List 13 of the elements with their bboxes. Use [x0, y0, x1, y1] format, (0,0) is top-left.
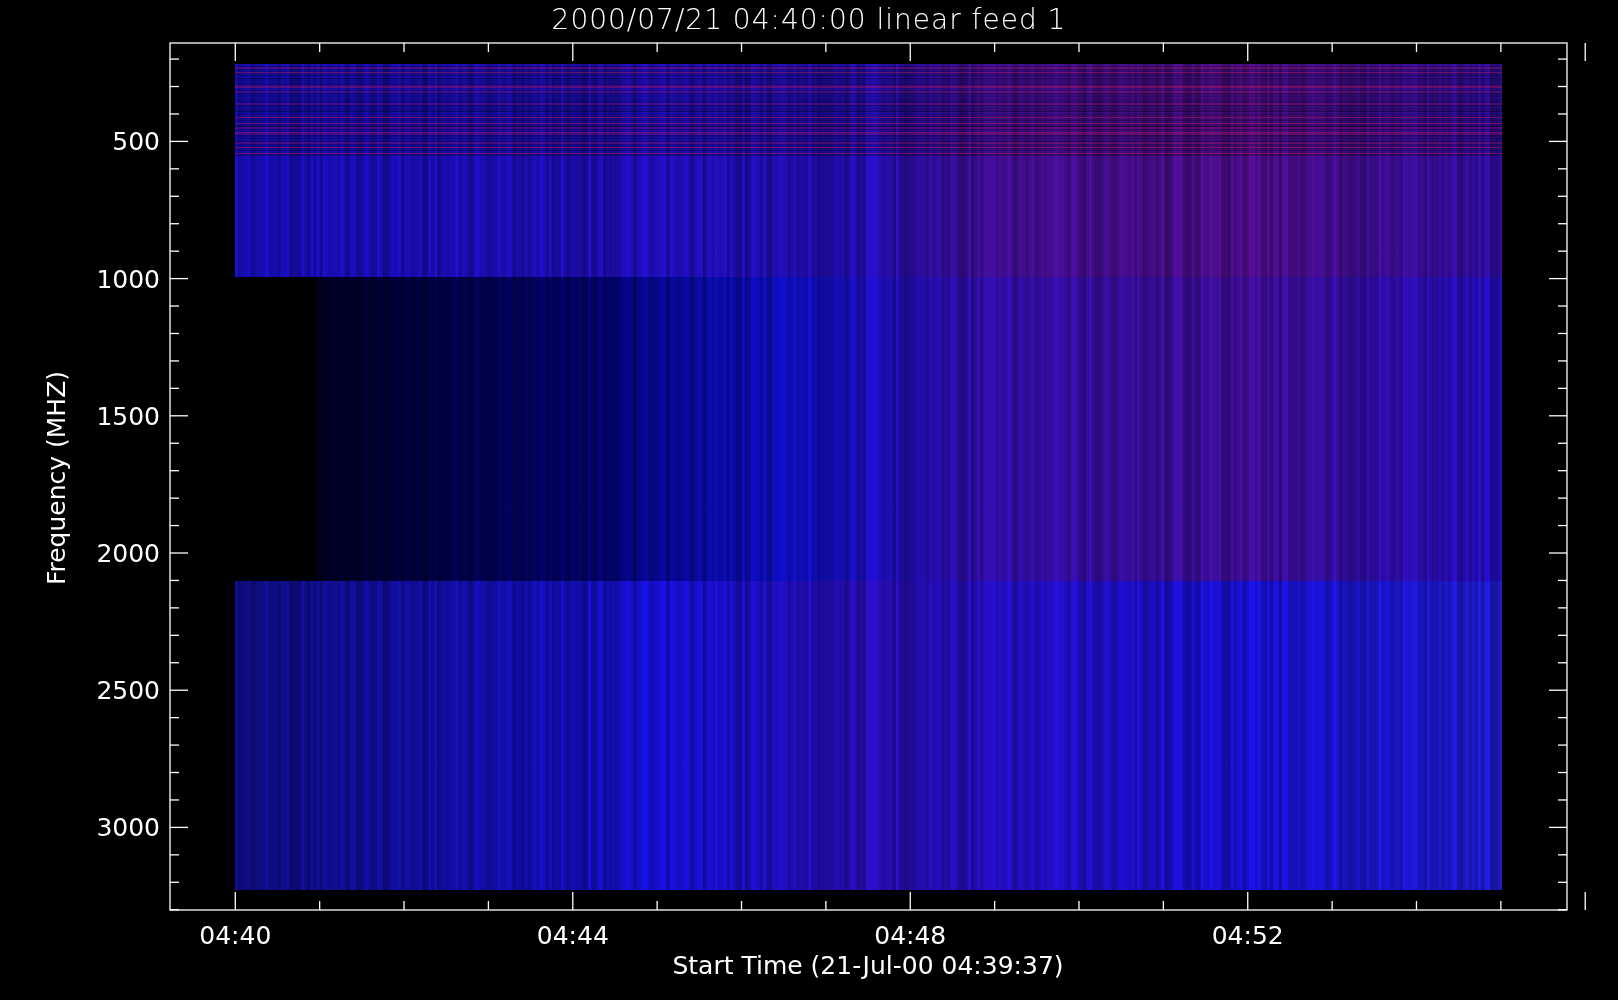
x-tick-label: 04:40	[199, 921, 272, 950]
x-axis-label: Start Time (21-Jul-00 04:39:37)	[672, 951, 1064, 980]
x-tick-label: 04:48	[874, 921, 947, 950]
plot-title: 2000/07/21 04:40:00 linear feed 1	[551, 2, 1067, 38]
y-tick-label: 2500	[96, 676, 160, 706]
x-tick-label: 04:44	[536, 921, 609, 950]
y-tick-label: 2000	[96, 539, 160, 568]
y-tick-label: 1000	[96, 264, 160, 294]
y-axis-label: Frequency (MHZ)	[42, 370, 71, 586]
x-tick-label: 04:52	[1211, 921, 1284, 950]
y-tick-label: 500	[112, 127, 160, 157]
y-tick-label: 3000	[96, 813, 160, 843]
y-tick-label: 1500	[96, 401, 160, 431]
